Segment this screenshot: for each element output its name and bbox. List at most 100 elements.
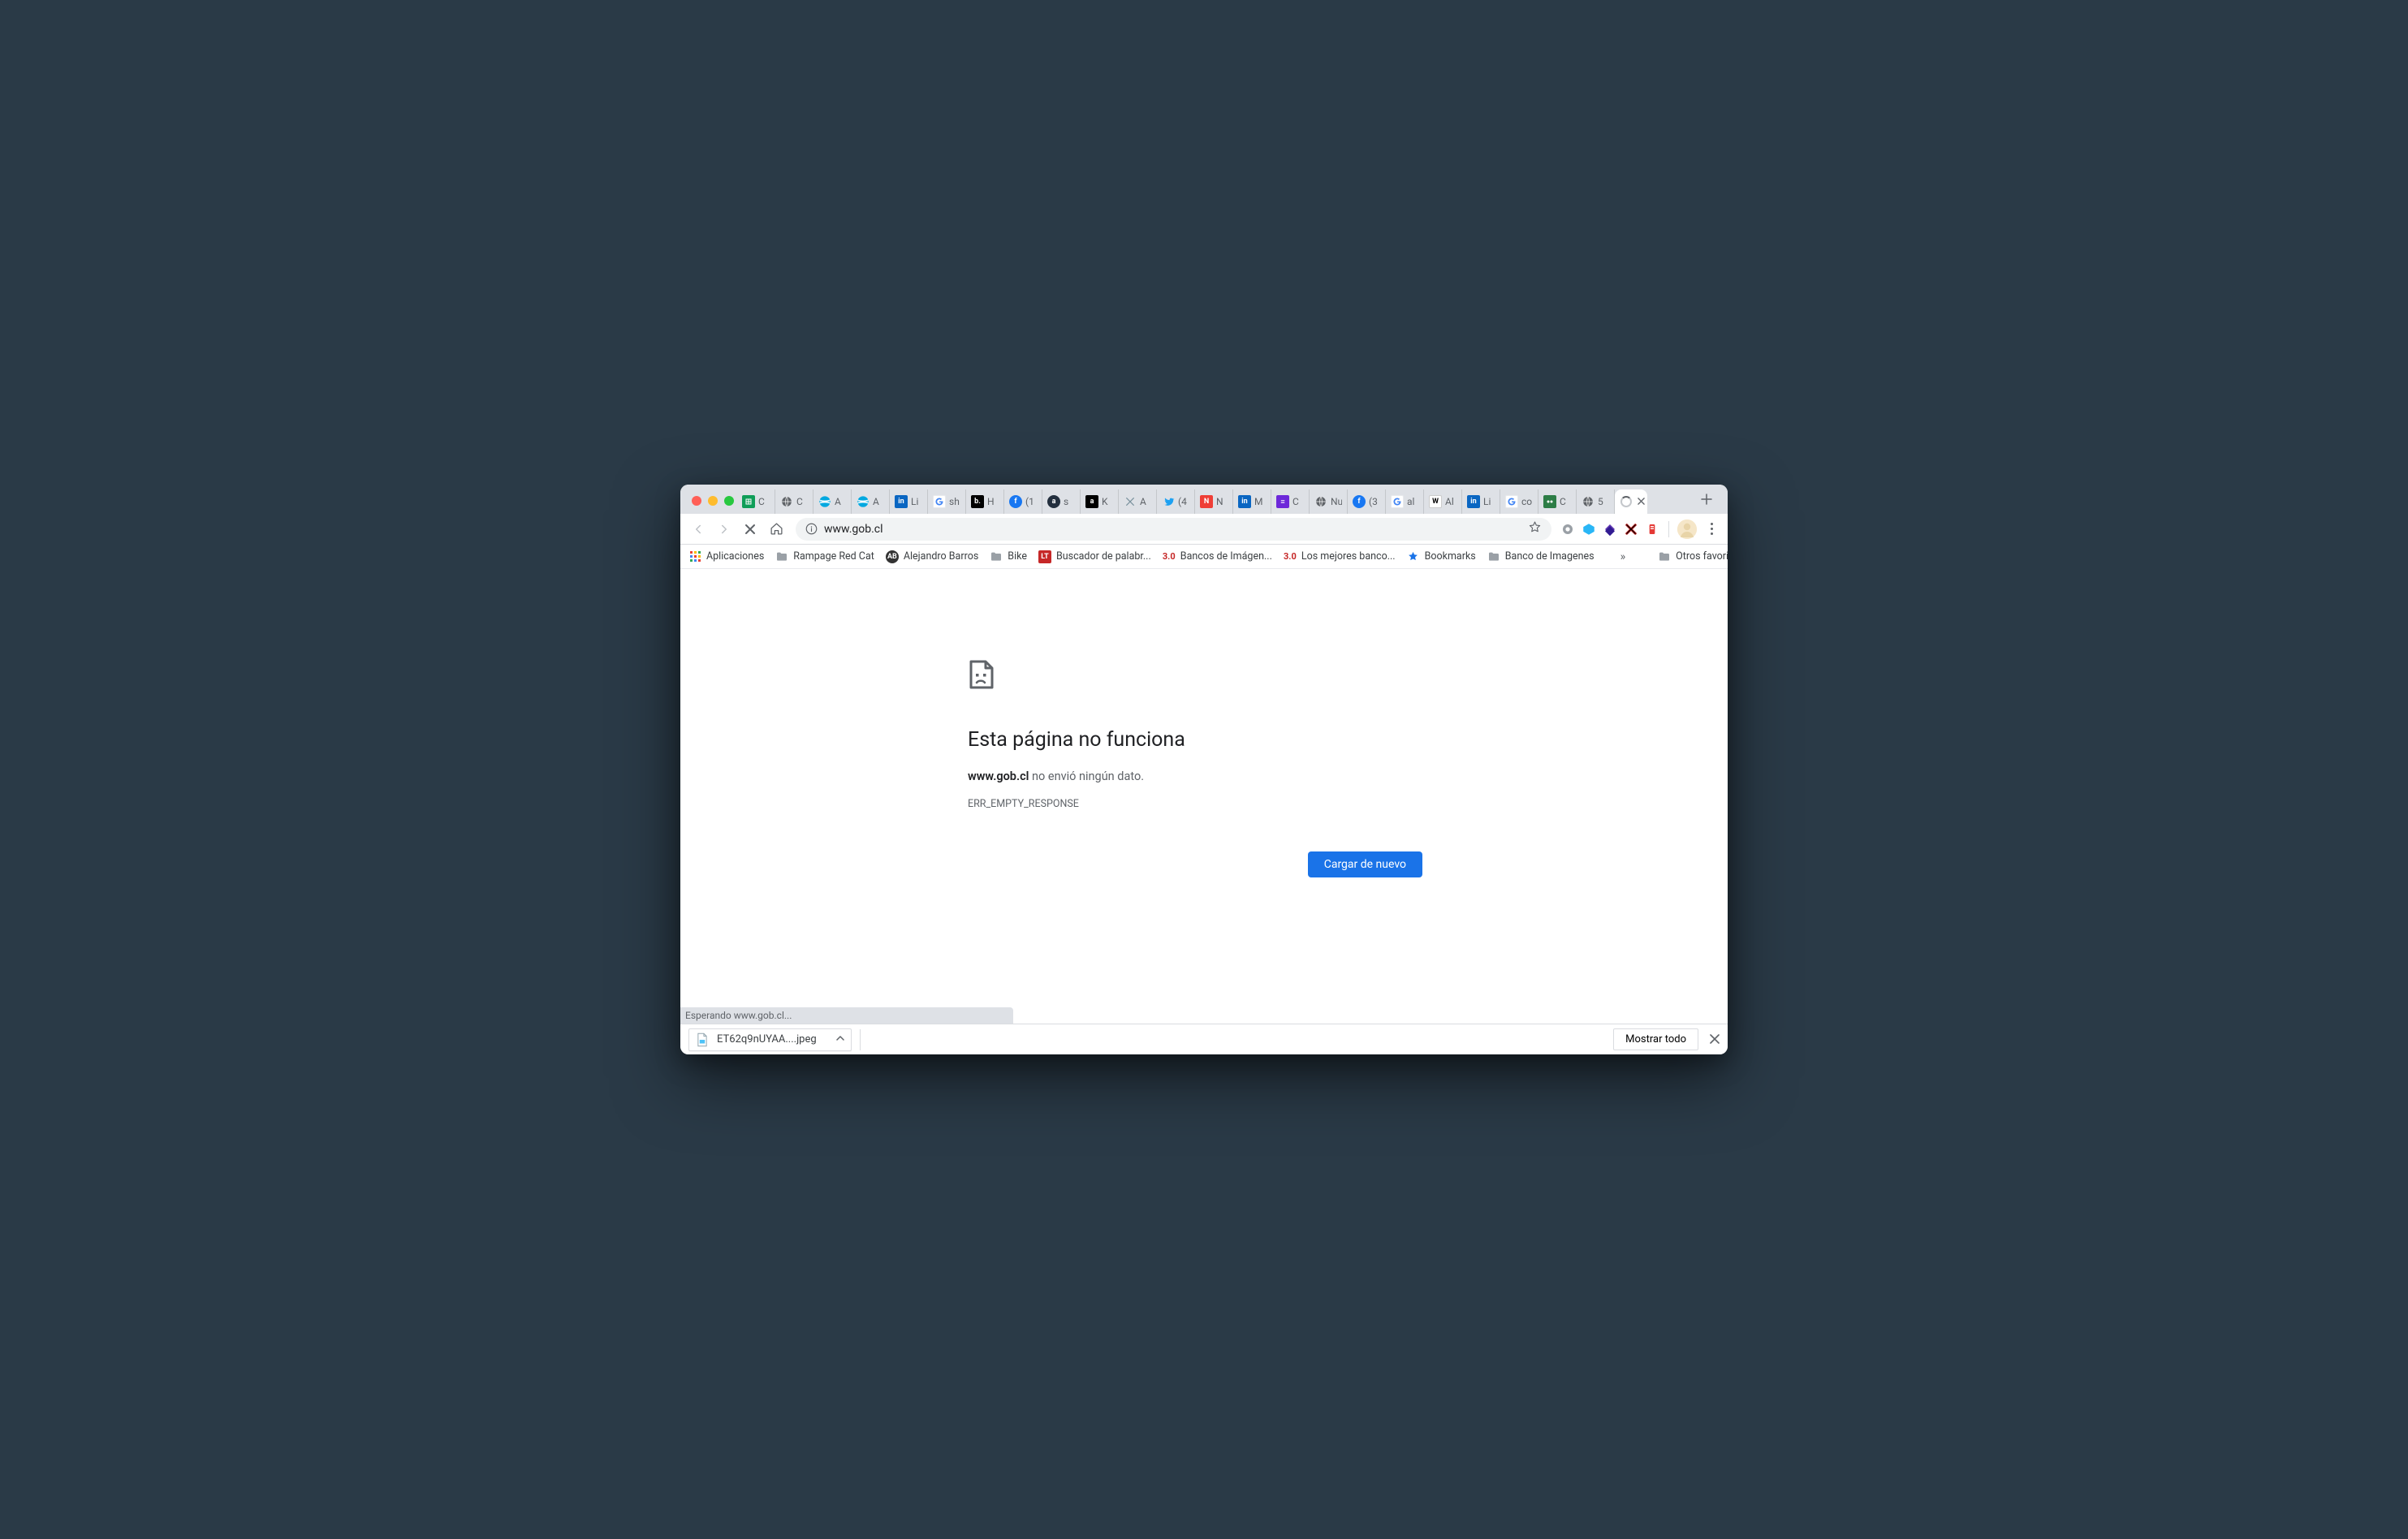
bookmark-icon: [1407, 550, 1420, 563]
tab-title: Al: [1445, 496, 1454, 507]
tab-title: co: [1521, 496, 1532, 507]
window-close-button[interactable]: [692, 496, 701, 506]
bookmark-icon: [1487, 550, 1500, 563]
tab-title: N: [1216, 496, 1223, 507]
bookmark-star-icon[interactable]: [1528, 520, 1542, 537]
tab-20[interactable]: co: [1500, 489, 1538, 514]
tab-19[interactable]: inLi: [1462, 489, 1500, 514]
tab-favicon: N: [1200, 495, 1213, 508]
downloads-bar: ET62q9nUYAA....jpeg Mostrar todo: [680, 1024, 1728, 1054]
window-minimize-button[interactable]: [708, 496, 718, 506]
tab-favicon: f: [1353, 495, 1366, 508]
apps-shortcut[interactable]: Aplicaciones: [688, 550, 764, 563]
error-panel: Esta página no funciona www.gob.cl no en…: [968, 660, 1422, 810]
address-bar[interactable]: www.gob.cl: [796, 518, 1551, 541]
tab-3[interactable]: A: [852, 489, 890, 514]
tab-active[interactable]: [1615, 489, 1647, 514]
error-host: www.gob.cl: [968, 770, 1029, 783]
download-item[interactable]: ET62q9nUYAA....jpeg: [688, 1028, 852, 1051]
tab-favicon: a: [1085, 495, 1098, 508]
new-tab-button[interactable]: [1695, 488, 1718, 511]
plus-icon: [1701, 494, 1712, 505]
error-code: ERR_EMPTY_RESPONSE: [968, 798, 1422, 810]
extension-icon-3[interactable]: [1602, 521, 1618, 537]
bookmark-icon: AB: [886, 550, 899, 563]
extension-icon-5[interactable]: [1644, 521, 1660, 537]
reload-button[interactable]: Cargar de nuevo: [1308, 851, 1422, 877]
tab-21[interactable]: C: [1538, 489, 1577, 514]
tab-8[interactable]: as: [1042, 489, 1081, 514]
bookmark-item-7[interactable]: Banco de Imagenes: [1487, 550, 1595, 563]
tab-17[interactable]: al: [1386, 489, 1424, 514]
tab-title: A: [835, 496, 841, 507]
other-bookmarks[interactable]: Otros favoritos: [1658, 550, 1728, 563]
download-menu-chevron[interactable]: [836, 1034, 844, 1045]
tab-14[interactable]: ≡C: [1271, 489, 1310, 514]
tab-5[interactable]: sh: [928, 489, 966, 514]
stop-button[interactable]: [739, 518, 762, 541]
window-controls: [692, 496, 734, 506]
tab-13[interactable]: inM: [1233, 489, 1271, 514]
bookmarks-overflow-button[interactable]: »: [1617, 550, 1629, 563]
close-icon: [1710, 1034, 1720, 1044]
bookmark-item-1[interactable]: AB Alejandro Barros: [886, 550, 978, 563]
bookmark-label: Buscador de palabr...: [1056, 550, 1151, 563]
bookmark-item-2[interactable]: Bike: [990, 550, 1027, 563]
tab-16[interactable]: f(3: [1348, 489, 1386, 514]
bookmark-item-3[interactable]: LTBuscador de palabr...: [1038, 550, 1151, 563]
close-downloads-bar-button[interactable]: [1710, 1032, 1720, 1047]
tab-12[interactable]: NN: [1195, 489, 1233, 514]
site-info-icon[interactable]: [805, 523, 818, 535]
bookmark-item-5[interactable]: 3.0Los mejores banco...: [1284, 550, 1396, 563]
tab-favicon: [742, 495, 755, 508]
tab-1[interactable]: C: [775, 489, 813, 514]
bookmark-icon: [775, 550, 788, 563]
tab-title: 5: [1598, 496, 1603, 507]
tab-title: C: [796, 496, 803, 507]
tab-close-button[interactable]: [1638, 496, 1645, 507]
status-bar: Esperando www.gob.cl...: [680, 1007, 1013, 1024]
window-maximize-button[interactable]: [724, 496, 734, 506]
bookmarks-bar: Aplicaciones Rampage Red Cat AB Alejandro …: [680, 545, 1728, 569]
extension-icon-4[interactable]: [1623, 521, 1639, 537]
tab-22[interactable]: 5: [1577, 489, 1615, 514]
chrome-menu-button[interactable]: [1702, 523, 1721, 535]
bookmark-label: Bike: [1008, 550, 1027, 563]
bookmark-label: Alejandro Barros: [904, 550, 978, 563]
extension-icon-1[interactable]: [1560, 521, 1576, 537]
tab-favicon: [857, 495, 870, 508]
tab-6[interactable]: b.H: [966, 489, 1004, 514]
apps-label: Aplicaciones: [706, 550, 764, 563]
tab-4[interactable]: inLi: [890, 489, 928, 514]
profile-avatar[interactable]: [1677, 519, 1697, 539]
tab-favicon: [818, 495, 831, 508]
url-text: www.gob.cl: [824, 523, 883, 536]
tab-favicon: [1582, 495, 1595, 508]
sad-page-icon: [968, 660, 997, 689]
tab-9[interactable]: aK: [1081, 489, 1119, 514]
bookmark-item-4[interactable]: 3.0Bancos de Imágen...: [1163, 550, 1272, 563]
tab-7[interactable]: f(1: [1004, 489, 1042, 514]
back-button[interactable]: [687, 518, 710, 541]
tab-favicon: W: [1429, 495, 1442, 508]
tab-10[interactable]: A: [1119, 489, 1157, 514]
tab-favicon: in: [1467, 495, 1480, 508]
tab-15[interactable]: Nueva: [1310, 489, 1348, 514]
tab-2[interactable]: A: [813, 489, 852, 514]
show-all-downloads-button[interactable]: Mostrar todo: [1613, 1028, 1698, 1050]
tab-0[interactable]: C: [737, 489, 775, 514]
tab-title: A: [873, 496, 879, 507]
tab-11[interactable]: (4: [1157, 489, 1195, 514]
home-button[interactable]: [765, 518, 788, 541]
tab-title: (3: [1369, 496, 1378, 507]
bookmark-item-0[interactable]: Rampage Red Cat: [775, 550, 874, 563]
bookmark-item-6[interactable]: Bookmarks: [1407, 550, 1476, 563]
tab-favicon: [1505, 495, 1518, 508]
tab-18[interactable]: WAl: [1424, 489, 1462, 514]
bookmark-icon: [990, 550, 1003, 563]
tab-strip: CCAAinLishb.Hf(1asaKA(4NNinM≡CNuevaf(3al…: [680, 485, 1728, 514]
forward-button[interactable]: [713, 518, 736, 541]
tab-title: sh: [949, 496, 960, 507]
bookmark-label: Los mejores banco...: [1301, 550, 1396, 563]
extension-icon-2[interactable]: [1581, 521, 1597, 537]
